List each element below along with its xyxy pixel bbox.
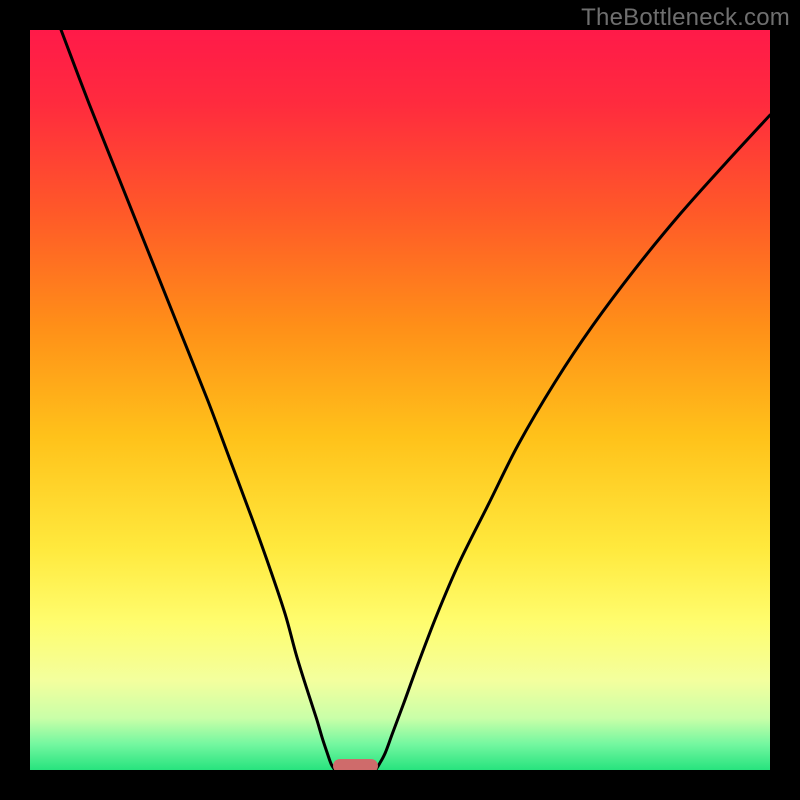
- watermark-text: TheBottleneck.com: [581, 4, 790, 32]
- chart-plot-area: [30, 30, 770, 770]
- curve-left: [61, 30, 335, 770]
- chart-curves: [30, 30, 770, 770]
- chart-frame: TheBottleneck.com: [0, 0, 800, 800]
- bottleneck-marker: [333, 759, 378, 770]
- curve-right: [376, 115, 770, 770]
